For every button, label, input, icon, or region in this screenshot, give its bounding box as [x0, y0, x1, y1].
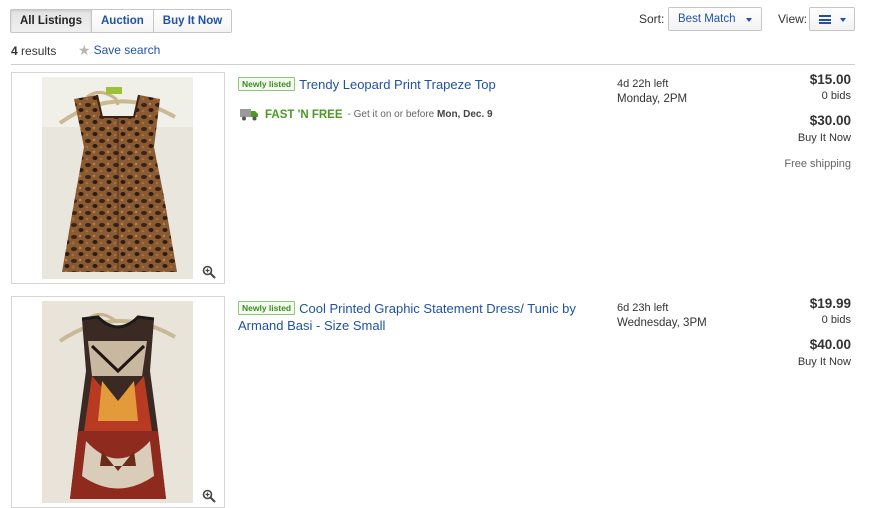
leopard-top-photo: [42, 77, 193, 279]
tab-buy-it-now[interactable]: Buy It Now: [152, 10, 232, 32]
fast-n-free-shipping: FAST 'N FREE - Get it on or before Mon, …: [240, 108, 493, 121]
tab-all-listings[interactable]: All Listings: [11, 10, 91, 32]
shipping-text: - Get it on or before: [347, 109, 435, 120]
chevron-down-icon: [746, 18, 752, 22]
graphic-dress-photo: [42, 301, 193, 503]
list-view-icon: [819, 15, 831, 24]
sort-label: Sort:: [639, 12, 665, 26]
item-title-link[interactable]: Trendy Leopard Print Trapeze Top: [299, 77, 496, 92]
chevron-down-icon: [840, 18, 846, 22]
time-left: 6d 23h left: [617, 302, 669, 314]
item-title-block: Newly listed Cool Printed Graphic Stateme…: [238, 300, 598, 334]
buy-it-now-label: Buy It Now: [797, 356, 851, 368]
sort-dropdown[interactable]: Best Match: [668, 7, 762, 31]
header-divider: [11, 64, 855, 65]
save-search-link[interactable]: ★ Save search: [78, 43, 160, 57]
bid-count: 0 bids: [821, 90, 851, 102]
save-search-label: Save search: [93, 43, 161, 57]
view-label: View:: [778, 12, 808, 26]
end-time: Monday, 2PM: [617, 93, 688, 105]
time-left: 4d 22h left: [617, 78, 669, 90]
results-number: 4: [11, 44, 18, 58]
truck-icon: [240, 109, 258, 121]
zoom-icon[interactable]: [202, 265, 216, 279]
item-thumbnail[interactable]: [11, 72, 225, 284]
listing-type-tabs: All Listings Auction Buy It Now: [10, 9, 233, 33]
results-suffix: results: [21, 44, 57, 58]
results-count: 4 results: [11, 44, 56, 58]
item-thumbnail[interactable]: [11, 296, 225, 508]
view-dropdown[interactable]: [809, 7, 855, 31]
bid-price: $15.00: [809, 72, 851, 87]
end-time: Wednesday, 3PM: [617, 317, 707, 329]
buy-it-now-price: $40.00: [809, 337, 851, 352]
free-shipping-label: Free shipping: [784, 158, 851, 170]
shipping-date: Mon, Dec. 9: [437, 109, 493, 120]
bid-count: 0 bids: [821, 314, 851, 326]
tab-auction[interactable]: Auction: [90, 10, 153, 32]
bid-price: $19.99: [809, 296, 851, 311]
newly-listed-badge: Newly listed: [238, 77, 296, 91]
zoom-icon[interactable]: [202, 489, 216, 503]
buy-it-now-price: $30.00: [809, 113, 851, 128]
item-title-block: Newly listed Trendy Leopard Print Trapeze…: [238, 76, 598, 93]
newly-listed-badge: Newly listed: [238, 301, 296, 315]
fast-n-free-label: FAST 'N FREE: [265, 108, 343, 121]
buy-it-now-label: Buy It Now: [797, 132, 851, 144]
star-icon: ★: [78, 42, 91, 58]
sort-value: Best Match: [678, 13, 736, 25]
